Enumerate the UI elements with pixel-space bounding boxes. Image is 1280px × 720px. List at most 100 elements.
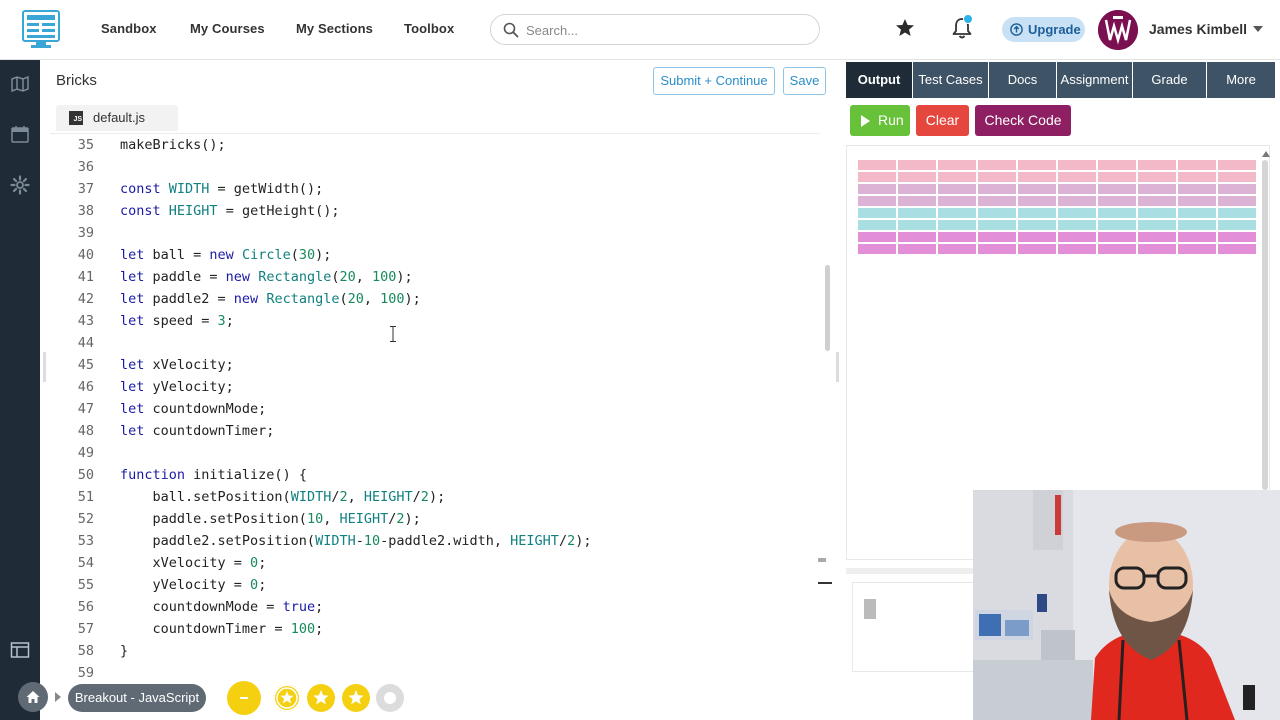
tab-test-cases[interactable]: Test Cases	[913, 62, 988, 98]
level-current[interactable]	[227, 681, 261, 715]
nav-my-courses[interactable]: My Courses	[190, 21, 265, 36]
tab-grade[interactable]: Grade	[1133, 62, 1206, 98]
code-line[interactable]: 41 let paddle = new Rectangle(20, 100);	[50, 266, 820, 288]
avatar[interactable]	[1098, 10, 1138, 50]
submit-continue-button[interactable]: Submit + Continue	[653, 67, 775, 95]
favorites-star-icon[interactable]	[895, 18, 915, 38]
run-button[interactable]: Run	[850, 105, 910, 136]
home-button[interactable]	[18, 682, 48, 712]
code-line[interactable]: 56 countdownMode = true;	[50, 596, 820, 618]
brick	[938, 232, 976, 242]
code-token: ;	[258, 577, 267, 593]
code-text: let speed = 3;	[120, 310, 234, 332]
brick	[978, 160, 1016, 170]
code-text: let countdownTimer;	[120, 420, 274, 442]
circle-icon	[384, 692, 396, 704]
code-line[interactable]: 42 let paddle2 = new Rectangle(20, 100);	[50, 288, 820, 310]
tab-more[interactable]: More	[1207, 62, 1275, 98]
map-icon[interactable]	[10, 74, 30, 94]
code-token: ;	[315, 599, 324, 615]
split-resize-handle[interactable]	[836, 352, 839, 382]
code-token: (	[290, 247, 299, 263]
code-token: xVelocity;	[144, 357, 234, 373]
tab-output[interactable]: Output	[846, 62, 912, 98]
level-star-3[interactable]	[342, 684, 370, 712]
codehs-logo-icon[interactable]	[22, 10, 60, 50]
brick	[858, 244, 896, 254]
tab-assignment[interactable]: Assignment	[1057, 62, 1132, 98]
level-star-2[interactable]	[307, 684, 335, 712]
line-number: 48	[77, 423, 94, 439]
code-line[interactable]: 50 function initialize() {	[50, 464, 820, 486]
code-line[interactable]: 44	[50, 332, 820, 354]
clear-button[interactable]: Clear	[916, 105, 969, 136]
console-output[interactable]	[852, 582, 982, 672]
file-tab-default-js[interactable]: JS default.js	[56, 105, 178, 131]
code-token: let	[120, 401, 145, 417]
code-token: HEIGHT	[168, 203, 218, 219]
code-token: -	[355, 533, 364, 549]
code-text: xVelocity = 0;	[120, 552, 267, 574]
code-line[interactable]: 54 xVelocity = 0;	[50, 552, 820, 574]
scroll-up-icon[interactable]	[1262, 151, 1270, 157]
editor-scrollbar[interactable]	[825, 265, 830, 351]
code-token: HEIGHT	[510, 533, 559, 549]
code-line[interactable]: 49	[50, 442, 820, 464]
brick	[978, 220, 1016, 230]
code-text: ball.setPosition(WIDTH/2, HEIGHT/2);	[120, 486, 446, 508]
code-line[interactable]: 43 let speed = 3;	[50, 310, 820, 332]
code-line[interactable]: 36	[50, 156, 820, 178]
code-line[interactable]: 51 ball.setPosition(WIDTH/2, HEIGHT/2);	[50, 486, 820, 508]
tab-docs[interactable]: Docs	[989, 62, 1056, 98]
brick	[1018, 160, 1056, 170]
brick	[898, 196, 936, 206]
brick	[938, 172, 976, 182]
line-number: 59	[77, 665, 94, 678]
save-button[interactable]: Save	[783, 67, 826, 95]
code-line[interactable]: 40 let ball = new Circle(30);	[50, 244, 820, 266]
code-token: countdownTimer;	[144, 423, 275, 439]
code-token: new	[233, 291, 259, 307]
code-token: function	[120, 467, 186, 483]
code-line[interactable]: 45 let xVelocity;	[50, 354, 820, 376]
code-line[interactable]: 59	[50, 662, 820, 678]
layout-icon[interactable]	[10, 640, 30, 660]
output-scrollbar[interactable]	[1262, 160, 1268, 490]
code-line[interactable]: 58}	[50, 640, 820, 662]
code-token: yVelocity;	[144, 379, 234, 395]
upgrade-button[interactable]: Upgrade	[1002, 17, 1085, 42]
brick	[1138, 160, 1176, 170]
code-editor[interactable]: 35 makeBricks(); 36 37 const WIDTH = getWidt…	[50, 133, 820, 678]
code-line[interactable]: 39	[50, 222, 820, 244]
check-code-button[interactable]: Check Code	[975, 105, 1071, 136]
code-line[interactable]: 52 paddle.setPosition(10, HEIGHT/2);	[50, 508, 820, 530]
sidebar-resize-handle[interactable]	[43, 352, 46, 382]
gear-icon[interactable]	[10, 175, 30, 195]
user-name[interactable]: James Kimbell	[1149, 21, 1247, 37]
search-input[interactable]	[526, 20, 806, 40]
code-line[interactable]: 38 const HEIGHT = getHeight();	[50, 200, 820, 222]
breadcrumb[interactable]: Breakout - JavaScript	[68, 684, 206, 712]
level-star-1[interactable]	[273, 684, 301, 712]
code-line[interactable]: 35 makeBricks();	[50, 134, 820, 156]
code-line[interactable]: 57 countdownTimer = 100;	[50, 618, 820, 640]
code-line[interactable]: 47 let countdownMode;	[50, 398, 820, 420]
code-line[interactable]: 37 const WIDTH = getWidth();	[50, 178, 820, 200]
code-line[interactable]: 53 paddle2.setPosition(WIDTH-10-paddle2.…	[50, 530, 820, 552]
nav-toolbox[interactable]: Toolbox	[404, 21, 454, 36]
code-text: paddle.setPosition(10, HEIGHT/2);	[120, 508, 421, 530]
line-number: 51	[77, 489, 94, 505]
code-line[interactable]: 55 yVelocity = 0;	[50, 574, 820, 596]
code-line[interactable]: 46 let yVelocity;	[50, 376, 820, 398]
code-line[interactable]: 48 let countdownTimer;	[50, 420, 820, 442]
code-token: new	[209, 247, 234, 263]
nav-my-sections[interactable]: My Sections	[296, 21, 373, 36]
code-token: paddle.setPosition(	[120, 511, 307, 527]
chevron-down-icon[interactable]	[1253, 26, 1263, 32]
calendar-icon[interactable]	[10, 124, 30, 144]
nav-sandbox[interactable]: Sandbox	[101, 21, 157, 36]
level-locked[interactable]	[376, 684, 404, 712]
code-token: xVelocity =	[120, 555, 251, 571]
output-tabs: Output Test Cases Docs Assignment Grade More	[846, 62, 1276, 98]
search-box[interactable]	[490, 14, 820, 45]
